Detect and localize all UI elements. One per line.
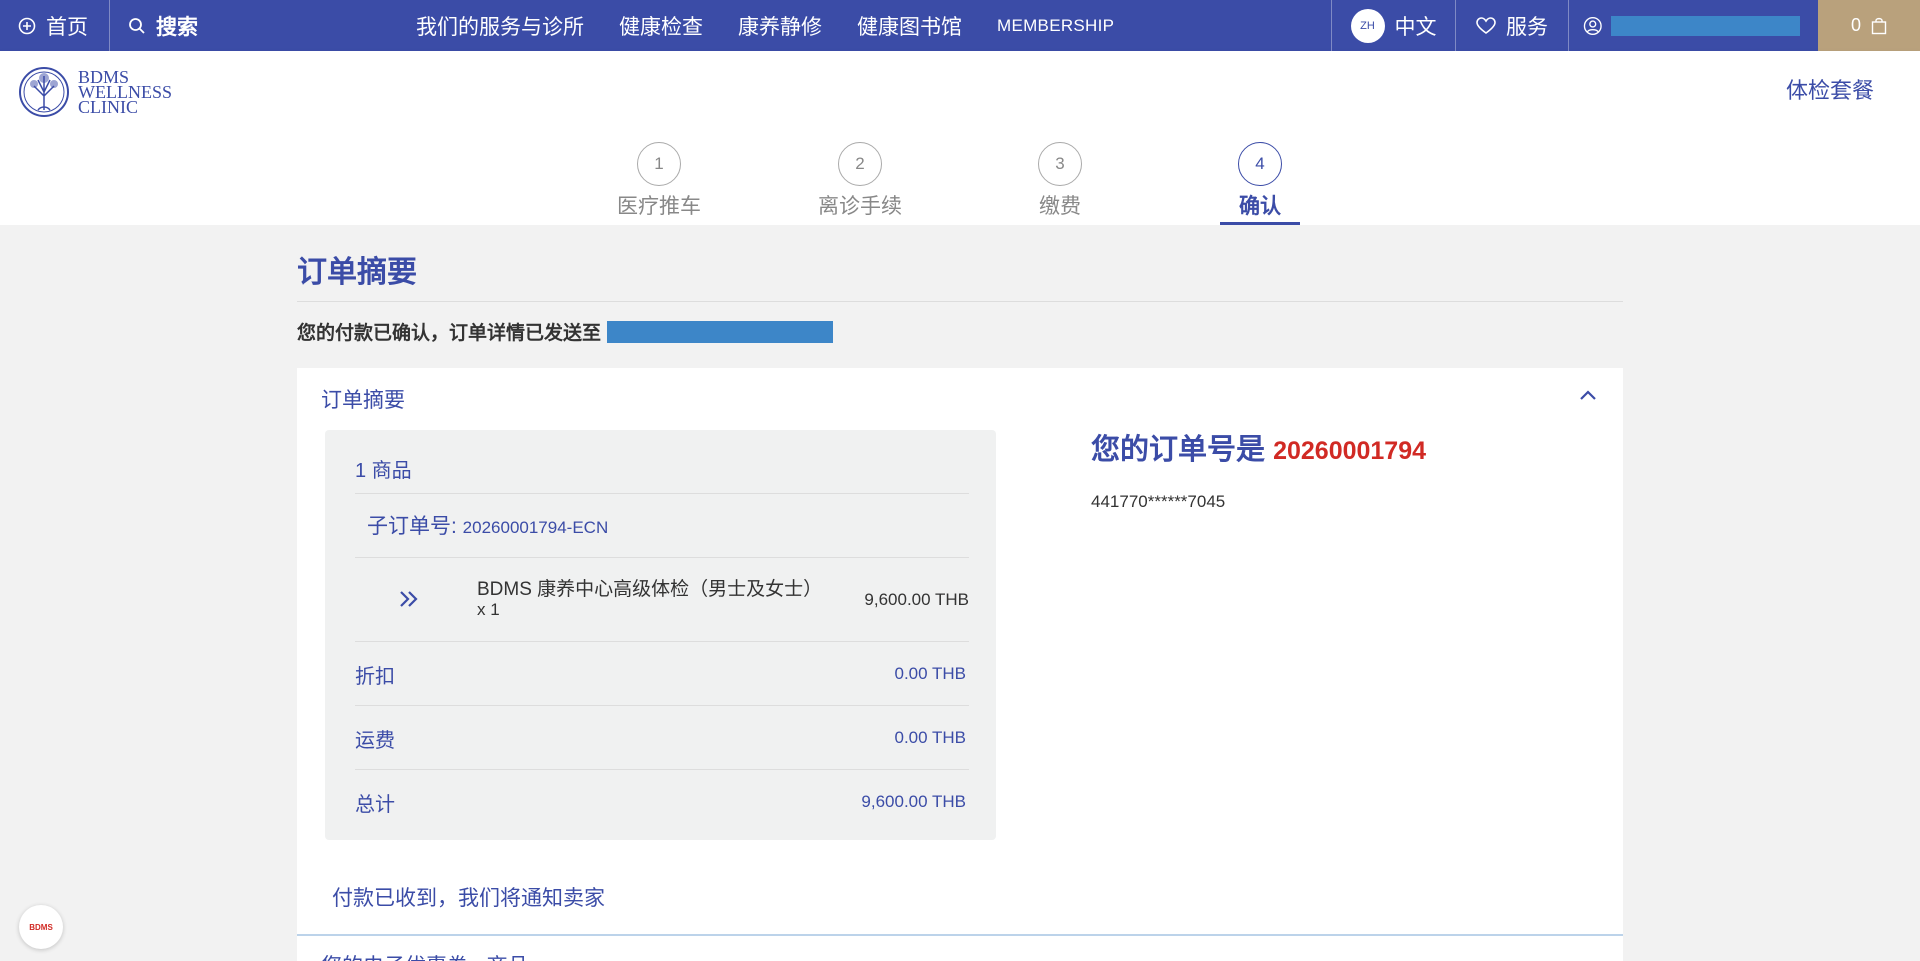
- discount-label: 折扣: [355, 666, 395, 688]
- user-icon: [1583, 16, 1602, 35]
- user-account[interactable]: [1568, 0, 1818, 51]
- suborder-label: 子订单号:: [367, 515, 463, 538]
- order-summary-card: 订单摘要 1 商品 子订单号: 20260001794-ECN BDMS 康养中…: [297, 368, 1623, 961]
- suborder-value: 20260001794-ECN: [462, 518, 609, 537]
- language-badge: ZH: [1350, 8, 1385, 43]
- shipping-value: 0.00 THB: [894, 728, 966, 747]
- email-redacted: [607, 320, 834, 343]
- divider: [355, 557, 969, 558]
- bdms-logo[interactable]: BDMS WELLNESS CLINIC: [16, 66, 172, 118]
- user-name-redacted: [1610, 15, 1800, 36]
- payment-confirmation: 您的付款已确认，订单详情已发送至: [297, 318, 834, 345]
- item-quantity: x 1: [477, 600, 500, 619]
- item-name: BDMS 康养中心高级体检（男士及女士）: [477, 579, 823, 600]
- site-header: BDMS WELLNESS CLINIC 体检套餐: [0, 51, 1920, 124]
- step-cart[interactable]: 1 医疗推车: [599, 142, 719, 220]
- step-number: 3: [1038, 142, 1082, 186]
- step-confirm[interactable]: 4 确认: [1200, 142, 1320, 220]
- home-icon: [18, 17, 36, 34]
- step-label: 医疗推车: [617, 195, 701, 218]
- divider: [355, 641, 969, 642]
- top-nav: 首页 搜索 我们的服务与诊所 健康检查 康养静修 健康图书馆 MEMBERSHI…: [0, 0, 1920, 51]
- item-count: 1 商品: [355, 460, 412, 482]
- language-switcher[interactable]: ZH 中文: [1331, 0, 1455, 51]
- step-label: 离诊手续: [818, 195, 902, 218]
- bdms-floating-badge[interactable]: BDMS: [19, 905, 63, 949]
- chevron-up-icon[interactable]: [1579, 388, 1597, 402]
- masked-card-number: 441770******7045: [1091, 492, 1226, 511]
- suborder-number: 子订单号: 20260001794-ECN: [367, 510, 981, 540]
- tree-logo-icon: [19, 67, 69, 117]
- divider: [355, 493, 969, 494]
- language-label: 中文: [1394, 15, 1437, 39]
- divider: [297, 301, 1623, 302]
- search-label: 搜索: [156, 15, 198, 39]
- divider: [355, 769, 969, 770]
- page-title: 订单摘要: [297, 256, 417, 289]
- order-number-heading: 您的订单号是 20260001794: [1091, 426, 1426, 468]
- total-label: 总计: [355, 794, 395, 816]
- home-label: 首页: [46, 15, 88, 39]
- bag-icon: [1871, 17, 1887, 34]
- step-number: 1: [637, 142, 681, 186]
- step-checkout[interactable]: 2 离诊手续: [800, 142, 920, 220]
- main-menu: 我们的服务与诊所 健康检查 康养静修 健康图书馆 MEMBERSHIP: [330, 0, 1331, 51]
- order-summary-heading[interactable]: 订单摘要: [321, 384, 405, 414]
- payment-received-notice: 付款已收到，我们将通知卖家: [332, 887, 605, 910]
- menu-membership[interactable]: MEMBERSHIP: [997, 16, 1114, 36]
- divider: [297, 934, 1623, 936]
- ecoupon-heading: 您的电子优惠券 · 商品: [321, 950, 529, 961]
- step-label: 确认: [1239, 195, 1281, 218]
- order-item: BDMS 康养中心高级体检（男士及女士） x 1 9,600.00 THB: [355, 574, 969, 634]
- step-label: 缴费: [1039, 195, 1081, 218]
- divider: [355, 705, 969, 706]
- double-chevron-right-icon[interactable]: [397, 589, 421, 609]
- confirmation-text: 您的付款已确认，订单详情已发送至: [297, 323, 602, 344]
- step-number: 4: [1238, 142, 1282, 186]
- menu-health-check[interactable]: 健康检查: [619, 11, 703, 41]
- shipping-label: 运费: [355, 730, 395, 752]
- service-label: 服务: [1506, 15, 1548, 39]
- search-icon: [129, 17, 145, 34]
- service-link[interactable]: 服务: [1455, 0, 1568, 51]
- cart-count: 0: [1850, 15, 1861, 35]
- discount-value: 0.00 THB: [894, 664, 966, 683]
- heart-icon: [1476, 16, 1496, 34]
- search-button[interactable]: 搜索: [110, 0, 330, 51]
- logo-text: BDMS WELLNESS CLINIC: [78, 68, 172, 117]
- checkout-steps: 1 医疗推车 2 离诊手续 3 缴费 4 确认: [0, 124, 1920, 225]
- menu-library[interactable]: 健康图书馆: [857, 11, 962, 41]
- home-link[interactable]: 首页: [0, 0, 110, 51]
- active-step-indicator: [1220, 222, 1300, 225]
- total-value: 9,600.00 THB: [861, 792, 966, 811]
- order-number: 20260001794: [1273, 437, 1427, 465]
- menu-services[interactable]: 我们的服务与诊所: [416, 11, 584, 41]
- item-price: 9,600.00 THB: [864, 590, 969, 609]
- step-payment[interactable]: 3 缴费: [1000, 142, 1120, 220]
- cart-button[interactable]: 0: [1818, 0, 1920, 51]
- menu-retreat[interactable]: 康养静修: [738, 11, 822, 41]
- step-number: 2: [838, 142, 882, 186]
- logo-line-3: CLINIC: [78, 96, 138, 117]
- order-items-box: 1 商品 子订单号: 20260001794-ECN BDMS 康养中心高级体检…: [325, 430, 996, 840]
- order-number-prefix: 您的订单号是: [1091, 434, 1266, 466]
- checkup-packages-link[interactable]: 体检套餐: [1786, 73, 1874, 105]
